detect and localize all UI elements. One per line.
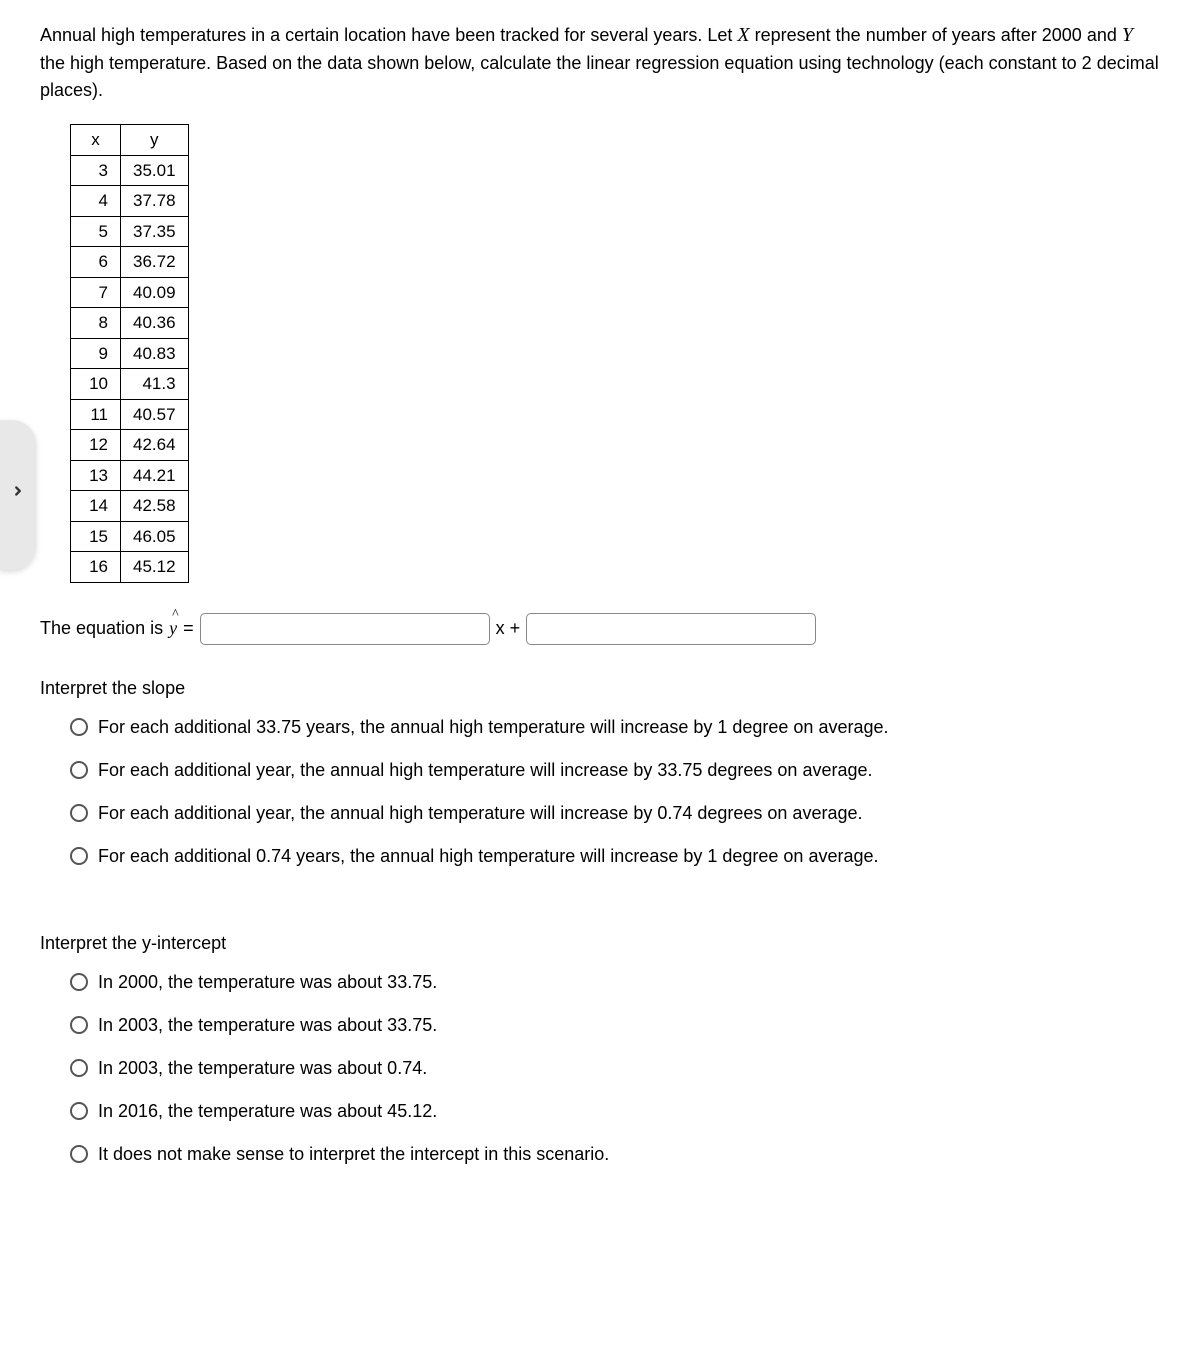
side-expand-tab[interactable] xyxy=(0,420,36,570)
table-cell-x: 3 xyxy=(71,155,121,186)
table-cell-x: 12 xyxy=(71,430,121,461)
slope-option[interactable]: For each additional year, the annual hig… xyxy=(70,757,1160,784)
equals-sign: = xyxy=(183,615,194,642)
table-cell-x: 13 xyxy=(71,460,121,491)
slope-input[interactable] xyxy=(200,613,490,645)
table-cell-y: 40.09 xyxy=(121,277,189,308)
radio-icon[interactable] xyxy=(70,1145,88,1163)
table-row: 1041.3 xyxy=(71,369,189,400)
intercept-option[interactable]: In 2016, the temperature was about 45.12… xyxy=(70,1098,1160,1125)
table-row: 537.35 xyxy=(71,216,189,247)
table-cell-x: 10 xyxy=(71,369,121,400)
intercept-option[interactable]: In 2003, the temperature was about 0.74. xyxy=(70,1055,1160,1082)
slope-heading: Interpret the slope xyxy=(40,675,1160,702)
table-row: 437.78 xyxy=(71,186,189,217)
table-cell-x: 8 xyxy=(71,308,121,339)
table-header-x: x xyxy=(71,125,121,156)
question-prompt: Annual high temperatures in a certain lo… xyxy=(40,20,1160,104)
slope-option[interactable]: For each additional year, the annual hig… xyxy=(70,800,1160,827)
data-table: x y 335.01437.78537.35636.72740.09840.36… xyxy=(70,124,189,583)
table-cell-y: 46.05 xyxy=(121,521,189,552)
table-row: 1344.21 xyxy=(71,460,189,491)
slope-radio-group: For each additional 33.75 years, the ann… xyxy=(40,714,1160,870)
table-row: 1442.58 xyxy=(71,491,189,522)
radio-icon[interactable] xyxy=(70,1016,88,1034)
slope-option[interactable]: For each additional 33.75 years, the ann… xyxy=(70,714,1160,741)
table-cell-y: 36.72 xyxy=(121,247,189,278)
table-cell-y: 35.01 xyxy=(121,155,189,186)
table-row: 840.36 xyxy=(71,308,189,339)
table-row: 1242.64 xyxy=(71,430,189,461)
table-cell-y: 41.3 xyxy=(121,369,189,400)
table-cell-x: 15 xyxy=(71,521,121,552)
intercept-option-label[interactable]: In 2003, the temperature was about 33.75… xyxy=(98,1012,437,1039)
table-cell-y: 42.58 xyxy=(121,491,189,522)
table-cell-y: 42.64 xyxy=(121,430,189,461)
table-cell-y: 40.36 xyxy=(121,308,189,339)
table-row: 740.09 xyxy=(71,277,189,308)
equation-line: The equation is y = x + xyxy=(40,613,1160,645)
slope-option-label[interactable]: For each additional year, the annual hig… xyxy=(98,757,873,784)
intercept-option[interactable]: In 2000, the temperature was about 33.75… xyxy=(70,969,1160,996)
radio-icon[interactable] xyxy=(70,718,88,736)
y-hat-symbol: y xyxy=(169,615,177,642)
intercept-heading: Interpret the y-intercept xyxy=(40,930,1160,957)
intercept-input[interactable] xyxy=(526,613,816,645)
table-row: 1140.57 xyxy=(71,399,189,430)
variable-y: Y xyxy=(1122,24,1133,46)
radio-icon[interactable] xyxy=(70,1102,88,1120)
table-cell-x: 9 xyxy=(71,338,121,369)
table-cell-y: 44.21 xyxy=(121,460,189,491)
slope-option-label[interactable]: For each additional 0.74 years, the annu… xyxy=(98,843,879,870)
intercept-radio-group: In 2000, the temperature was about 33.75… xyxy=(40,969,1160,1168)
table-cell-y: 40.83 xyxy=(121,338,189,369)
x-plus-text: x + xyxy=(496,615,521,642)
radio-icon[interactable] xyxy=(70,804,88,822)
table-cell-x: 14 xyxy=(71,491,121,522)
intercept-option[interactable]: In 2003, the temperature was about 33.75… xyxy=(70,1012,1160,1039)
slope-option-label[interactable]: For each additional 33.75 years, the ann… xyxy=(98,714,889,741)
intercept-option-label[interactable]: It does not make sense to interpret the … xyxy=(98,1141,609,1168)
intercept-option[interactable]: It does not make sense to interpret the … xyxy=(70,1141,1160,1168)
table-row: 1645.12 xyxy=(71,552,189,583)
slope-option[interactable]: For each additional 0.74 years, the annu… xyxy=(70,843,1160,870)
radio-icon[interactable] xyxy=(70,761,88,779)
equation-prefix: The equation is xyxy=(40,615,163,642)
table-header-y: y xyxy=(121,125,189,156)
table-cell-x: 11 xyxy=(71,399,121,430)
table-cell-x: 5 xyxy=(71,216,121,247)
table-cell-y: 40.57 xyxy=(121,399,189,430)
table-cell-x: 7 xyxy=(71,277,121,308)
table-row: 1546.05 xyxy=(71,521,189,552)
table-cell-x: 4 xyxy=(71,186,121,217)
intercept-option-label[interactable]: In 2003, the temperature was about 0.74. xyxy=(98,1055,427,1082)
radio-icon[interactable] xyxy=(70,847,88,865)
slope-option-label[interactable]: For each additional year, the annual hig… xyxy=(98,800,862,827)
table-row: 636.72 xyxy=(71,247,189,278)
intercept-option-label[interactable]: In 2016, the temperature was about 45.12… xyxy=(98,1098,437,1125)
chevron-right-icon xyxy=(11,480,25,510)
table-cell-x: 6 xyxy=(71,247,121,278)
table-cell-x: 16 xyxy=(71,552,121,583)
table-row: 335.01 xyxy=(71,155,189,186)
radio-icon[interactable] xyxy=(70,973,88,991)
variable-x: X xyxy=(737,24,749,46)
intercept-option-label[interactable]: In 2000, the temperature was about 33.75… xyxy=(98,969,437,996)
table-cell-y: 37.35 xyxy=(121,216,189,247)
table-cell-y: 45.12 xyxy=(121,552,189,583)
table-row: 940.83 xyxy=(71,338,189,369)
table-cell-y: 37.78 xyxy=(121,186,189,217)
radio-icon[interactable] xyxy=(70,1059,88,1077)
